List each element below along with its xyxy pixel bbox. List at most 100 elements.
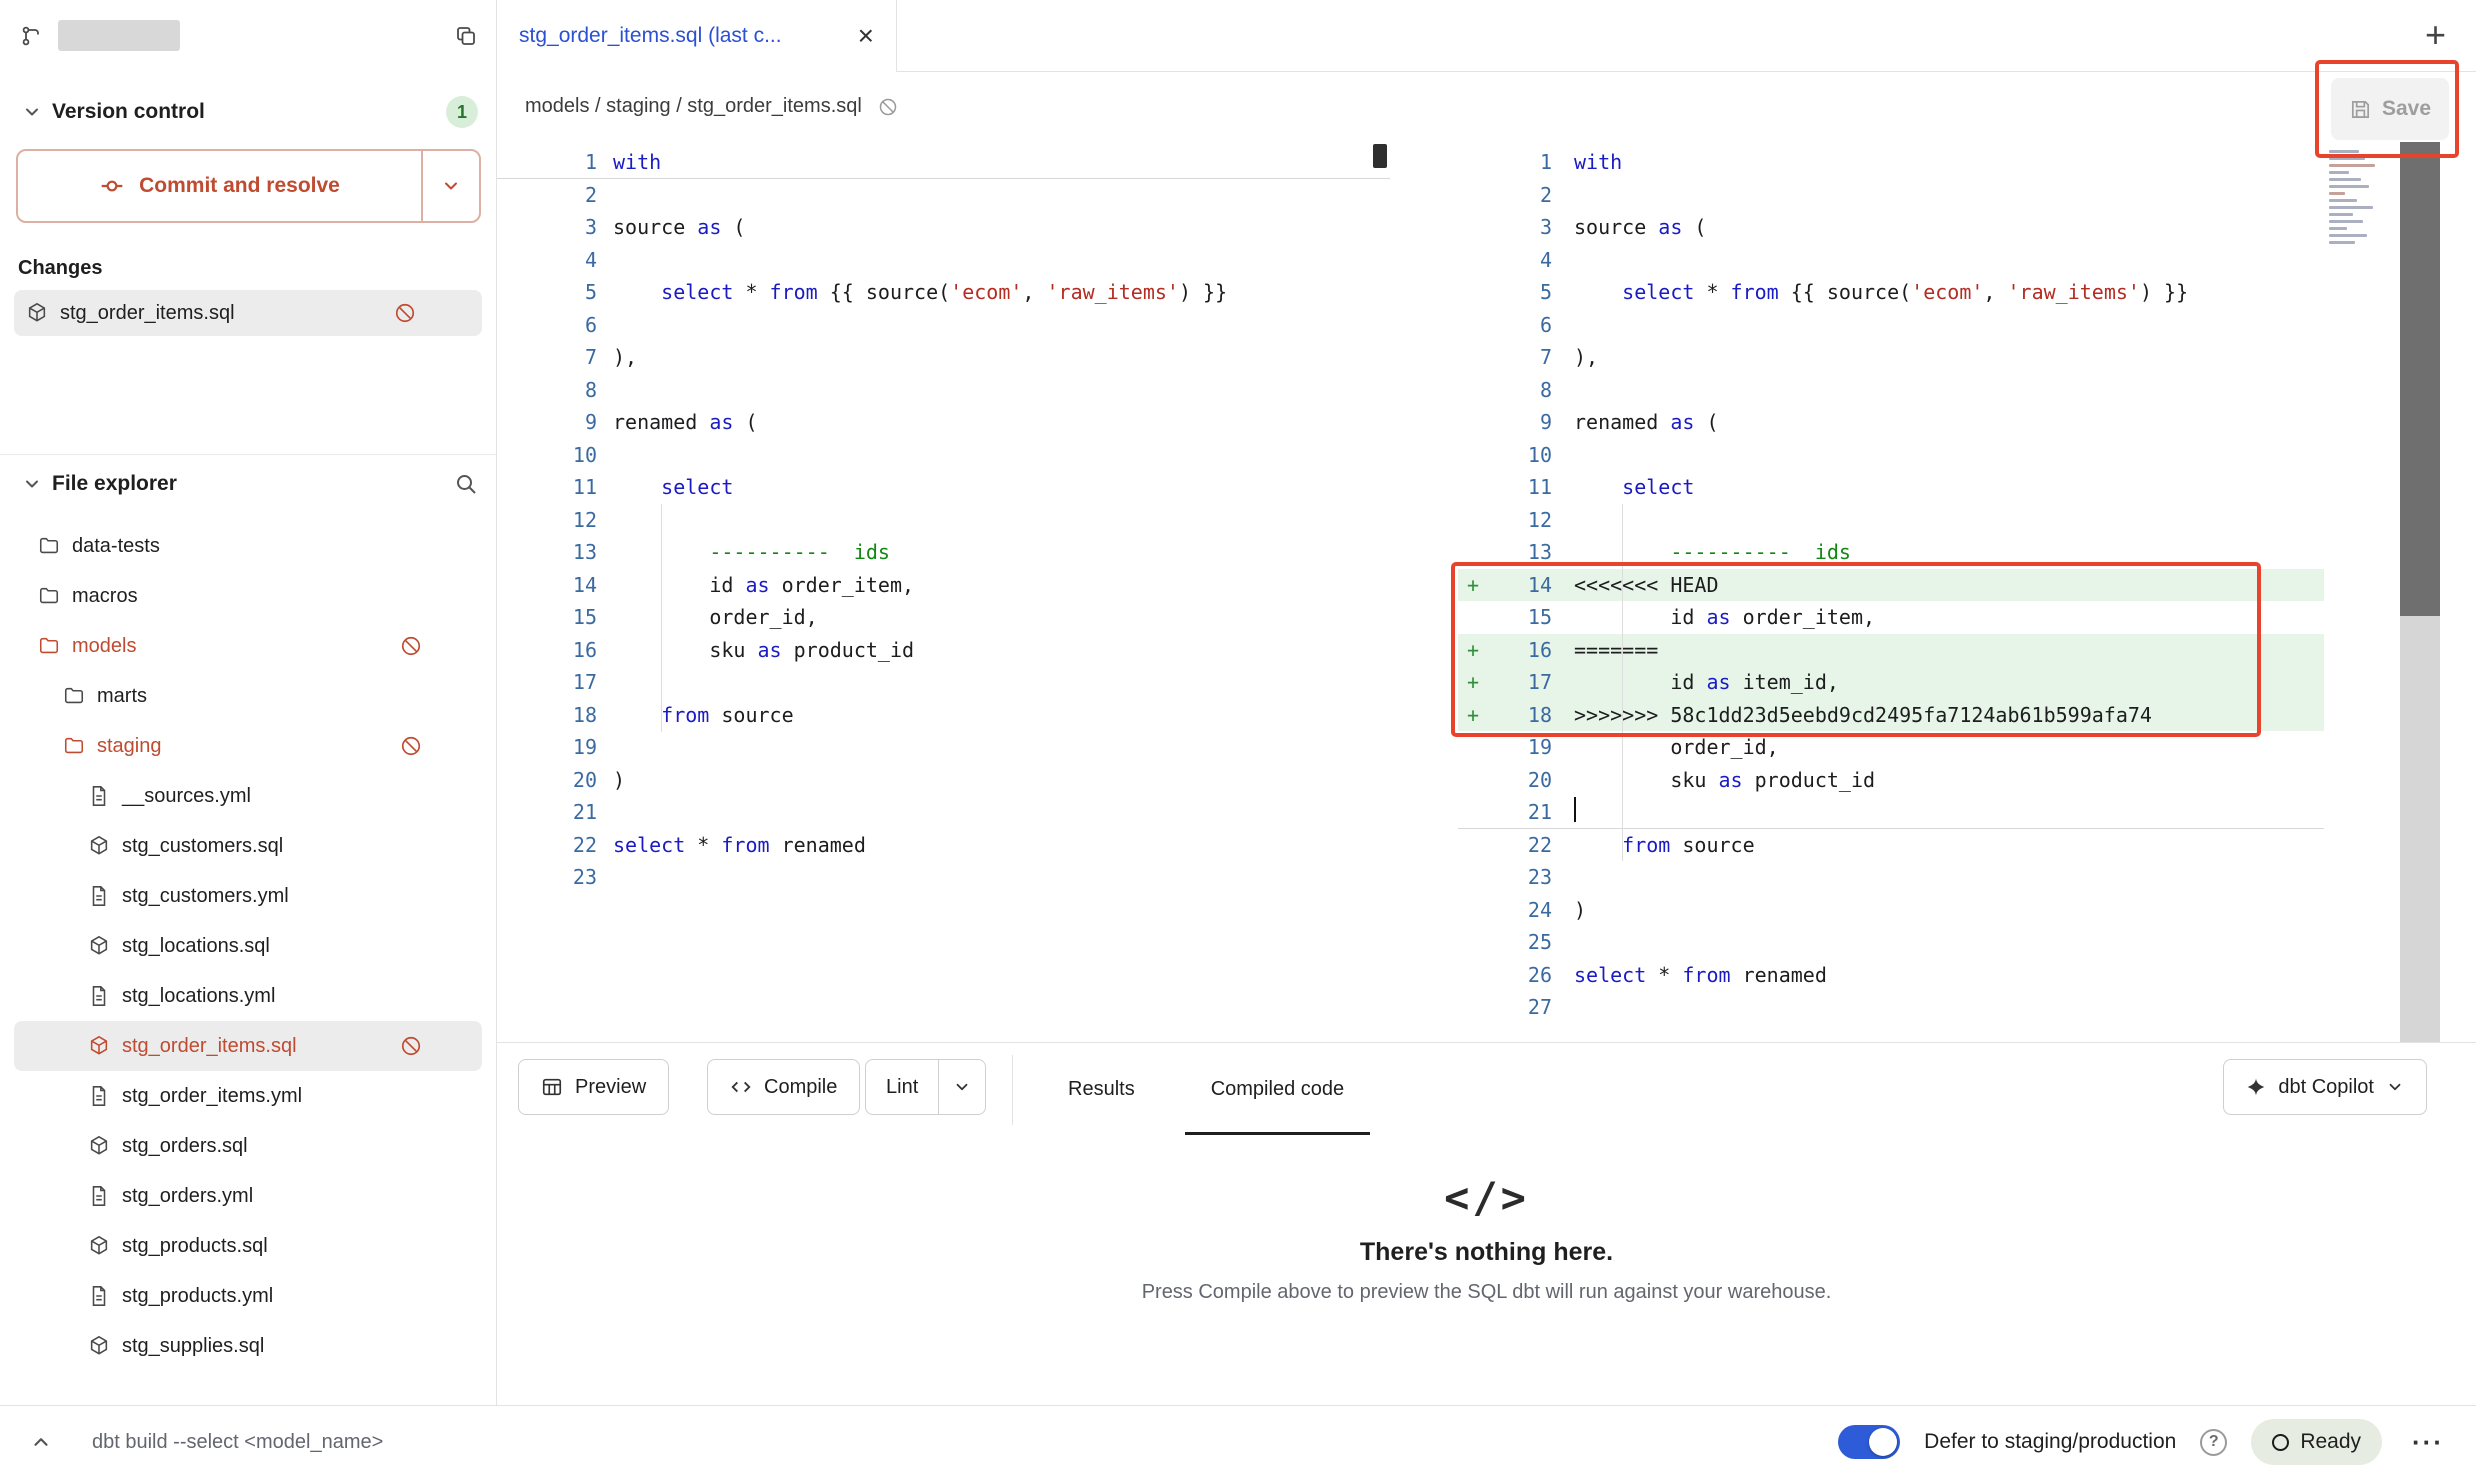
commit-and-resolve-label: Commit and resolve bbox=[139, 174, 340, 198]
sidebar-item-stg_orders.yml[interactable]: stg_orders.yml bbox=[14, 1171, 482, 1221]
sidebar-item-stg_customers.yml[interactable]: stg_customers.yml bbox=[14, 871, 482, 921]
commit-options-button[interactable] bbox=[421, 151, 479, 221]
sidebar-item-stg_locations.yml[interactable]: stg_locations.yml bbox=[14, 971, 482, 1021]
code-line-19: 19 order_id, bbox=[1458, 731, 2324, 764]
toggle-knob bbox=[1869, 1428, 1897, 1456]
code-line-27: 27 bbox=[1458, 991, 2324, 1024]
preview-button[interactable]: Preview bbox=[518, 1059, 669, 1115]
code-line-15: 15 id as order_item, bbox=[1458, 601, 2324, 634]
file-name: stg_orders.sql bbox=[122, 1135, 248, 1158]
lint-button-group: Lint bbox=[865, 1059, 986, 1115]
branch-icon[interactable] bbox=[20, 24, 44, 48]
sidebar-item-stg_locations.sql[interactable]: stg_locations.sql bbox=[14, 921, 482, 971]
sidebar-item-staging[interactable]: staging bbox=[14, 721, 482, 771]
scrollbar-thumb[interactable] bbox=[2400, 142, 2440, 616]
discard-change-icon[interactable] bbox=[400, 635, 422, 657]
results-tabs: Results Compiled code bbox=[1042, 1043, 1370, 1135]
sidebar-item-marts[interactable]: marts bbox=[14, 671, 482, 721]
breadcrumb: models / staging / stg_order_items.sql bbox=[525, 95, 862, 118]
code-line-9: 9renamed as ( bbox=[497, 406, 1390, 439]
lint-button[interactable]: Lint bbox=[866, 1060, 938, 1114]
command-input[interactable]: dbt build --select <model_name> bbox=[92, 1431, 383, 1454]
scrollbar[interactable] bbox=[2400, 142, 2440, 1042]
code-line-20: 20 sku as product_id bbox=[1458, 764, 2324, 797]
main-area: stg_order_items.sql (last c... × + model… bbox=[497, 0, 2476, 1405]
new-tab-icon[interactable]: + bbox=[2425, 14, 2446, 56]
tab-stg-order-items[interactable]: stg_order_items.sql (last c... × bbox=[497, 0, 897, 72]
file-explorer-header[interactable]: File explorer bbox=[0, 455, 496, 513]
file-name: marts bbox=[97, 685, 147, 708]
sidebar-item-stg_customers.sql[interactable]: stg_customers.sql bbox=[14, 821, 482, 871]
code-line-21: 21 bbox=[1458, 796, 2324, 829]
code-line-10: 10 bbox=[497, 439, 1390, 472]
copilot-label: dbt Copilot bbox=[2278, 1076, 2374, 1099]
tab-title: stg_order_items.sql (last c... bbox=[519, 24, 782, 48]
code-line-16: +16======= bbox=[1458, 634, 2324, 667]
sidebar-item-data-tests[interactable]: data-tests bbox=[14, 521, 482, 571]
discard-change-icon[interactable] bbox=[394, 302, 416, 324]
compile-button[interactable]: Compile bbox=[707, 1059, 860, 1115]
sidebar-item-stg_products.sql[interactable]: stg_products.sql bbox=[14, 1221, 482, 1271]
sidebar-item-stg_order_items.yml[interactable]: stg_order_items.yml bbox=[14, 1071, 482, 1121]
toolbar-divider bbox=[1012, 1055, 1013, 1125]
yml-icon bbox=[88, 785, 110, 807]
discard-change-icon[interactable] bbox=[400, 1035, 422, 1057]
lint-options-button[interactable] bbox=[938, 1060, 985, 1114]
status-ready-badge: Ready bbox=[2251, 1419, 2382, 1465]
discard-change-icon[interactable] bbox=[400, 735, 422, 757]
file-explorer-section: File explorer data-testsmacrosmodels mart… bbox=[0, 454, 496, 1405]
code-line-21: 21 bbox=[497, 796, 1390, 829]
copy-icon[interactable] bbox=[454, 24, 478, 48]
code-line-13: 13 ---------- ids bbox=[1458, 536, 2324, 569]
sidebar-item-stg_order_items.sql[interactable]: stg_order_items.sql bbox=[14, 1021, 482, 1071]
model-icon bbox=[88, 1135, 110, 1157]
changed-file-row[interactable]: stg_order_items.sql bbox=[14, 290, 482, 336]
project-logo-placeholder bbox=[58, 20, 180, 51]
code-line-7: 7), bbox=[1458, 341, 2324, 374]
sidebar-item-models[interactable]: models bbox=[14, 621, 482, 671]
commit-and-resolve-main[interactable]: Commit and resolve bbox=[18, 151, 421, 221]
code-line-8: 8 bbox=[1458, 374, 2324, 407]
close-icon[interactable]: × bbox=[858, 22, 874, 50]
sidebar-item-__sources.yml[interactable]: __sources.yml bbox=[14, 771, 482, 821]
bottom-panel: Preview Compile Lint bbox=[497, 1042, 2476, 1405]
expand-command-bar-icon[interactable] bbox=[30, 1431, 52, 1453]
code-line-14: +14<<<<<<< HEAD bbox=[1458, 569, 2324, 602]
copilot-icon bbox=[2246, 1077, 2266, 1097]
tab-results[interactable]: Results bbox=[1042, 1043, 1161, 1135]
editor-original[interactable]: 1with23source as (45 select * from {{ so… bbox=[497, 142, 1390, 1042]
sidebar-item-macros[interactable]: macros bbox=[14, 571, 482, 621]
file-name: stg_products.sql bbox=[122, 1235, 268, 1258]
editor-modified[interactable]: 1with23source as (45 select * from {{ so… bbox=[1458, 142, 2476, 1042]
file-name: stg_customers.yml bbox=[122, 885, 289, 908]
tab-compiled-code[interactable]: Compiled code bbox=[1185, 1043, 1370, 1135]
sidebar-item-stg_products.yml[interactable]: stg_products.yml bbox=[14, 1271, 482, 1321]
code-line-11: 11 select bbox=[1458, 471, 2324, 504]
yml-icon bbox=[88, 985, 110, 1007]
search-icon[interactable] bbox=[454, 472, 478, 496]
model-icon bbox=[88, 1035, 110, 1057]
code-line-13: 13 ---------- ids bbox=[497, 536, 1390, 569]
indent-guide bbox=[1622, 504, 1623, 861]
code-line-11: 11 select bbox=[497, 471, 1390, 504]
defer-toggle[interactable] bbox=[1838, 1425, 1900, 1459]
help-icon[interactable]: ? bbox=[2200, 1429, 2227, 1456]
dbt-copilot-button[interactable]: dbt Copilot bbox=[2223, 1059, 2427, 1115]
left-scrollbar-thumb[interactable] bbox=[1373, 144, 1387, 168]
lint-label: Lint bbox=[886, 1076, 918, 1099]
commit-and-resolve-button[interactable]: Commit and resolve bbox=[16, 149, 481, 223]
code-line-3: 3source as ( bbox=[1458, 211, 2324, 244]
sidebar-item-stg_orders.sql[interactable]: stg_orders.sql bbox=[14, 1121, 482, 1171]
version-control-section-header[interactable]: Version control 1 bbox=[0, 83, 496, 141]
save-button[interactable]: Save bbox=[2331, 78, 2449, 140]
sidebar-item-stg_supplies.sql[interactable]: stg_supplies.sql bbox=[14, 1321, 482, 1371]
more-options-icon[interactable]: ··· bbox=[2406, 1427, 2450, 1458]
file-name: stg_order_items.sql bbox=[122, 1035, 297, 1058]
code-line-1: 1with bbox=[1458, 146, 2324, 179]
empty-state: </> There's nothing here. Press Compile … bbox=[497, 1173, 2476, 1304]
minimap[interactable] bbox=[2329, 150, 2391, 260]
code-line-2: 2 bbox=[497, 179, 1390, 212]
file-name: stg_supplies.sql bbox=[122, 1335, 264, 1358]
model-icon bbox=[88, 1235, 110, 1257]
code-line-4: 4 bbox=[497, 244, 1390, 277]
